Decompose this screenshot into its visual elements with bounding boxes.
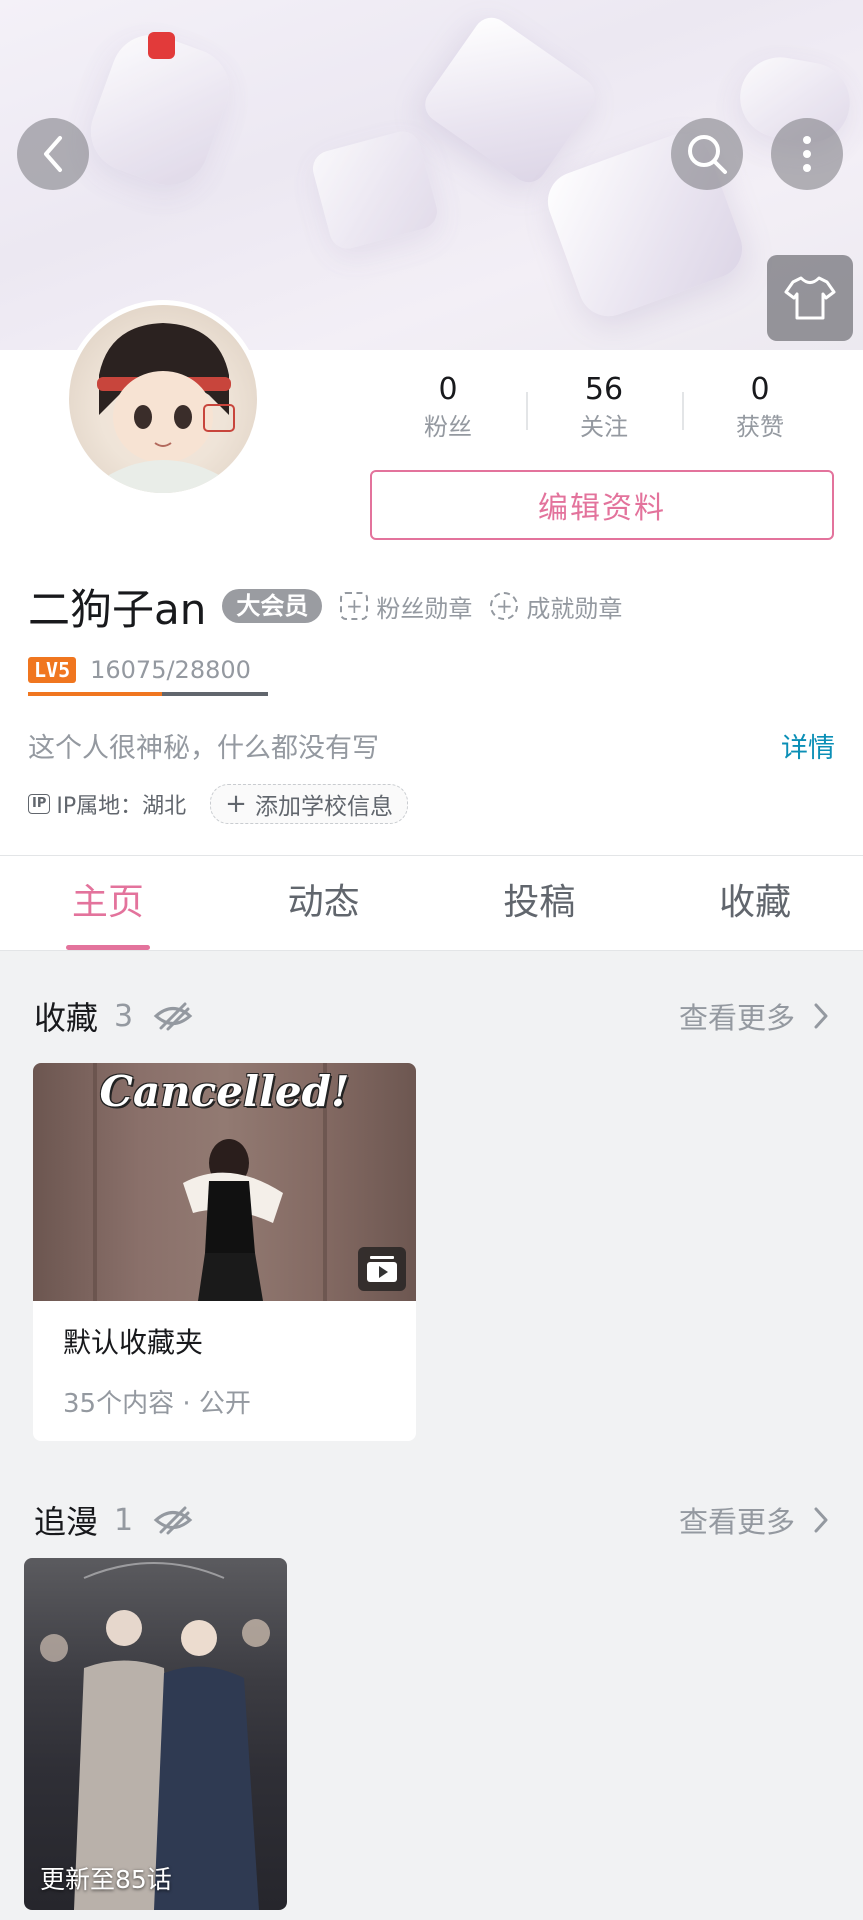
tshirt-icon bbox=[784, 276, 836, 320]
ip-icon: IP bbox=[28, 794, 51, 814]
banner-decoration bbox=[418, 10, 602, 190]
username: 二狗子an bbox=[28, 584, 207, 634]
tab-dynamics[interactable]: 动态 bbox=[216, 856, 432, 950]
back-button[interactable] bbox=[17, 118, 89, 190]
folder-name: 默认收藏夹 bbox=[63, 1326, 204, 1359]
eye-hidden-icon[interactable] bbox=[153, 1001, 193, 1031]
stat-fans[interactable]: 0 粉丝 bbox=[370, 370, 526, 450]
anime-update-text: 更新至85话 bbox=[40, 1865, 172, 1894]
anime-cover-illustration bbox=[40, 1562, 270, 1910]
ip-location: IP属地：湖北 bbox=[56, 794, 187, 819]
add-school-label: 添加学校信息 bbox=[254, 794, 393, 820]
fan-badge-label: 粉丝勋章 bbox=[376, 594, 473, 623]
tab-submissions[interactable]: 投稿 bbox=[432, 856, 648, 950]
more-label: 查看更多 bbox=[678, 1001, 795, 1035]
chevron-right-icon bbox=[814, 1507, 828, 1533]
edit-profile-button[interactable]: 编辑资料 bbox=[370, 470, 834, 540]
favorite-folder-card[interactable]: Cancelled! 默认收藏夹 35个内容 · 公开 bbox=[33, 1063, 416, 1441]
section-title: 追漫 bbox=[34, 1503, 99, 1541]
stat-label: 获赞 bbox=[736, 413, 784, 441]
section-count: 1 bbox=[114, 1502, 134, 1538]
detail-link[interactable]: 详情 bbox=[781, 726, 835, 765]
anime-more-link[interactable]: 查看更多 bbox=[679, 1499, 829, 1541]
meta-row: IP IP属地：湖北 + 添加学校信息 bbox=[28, 784, 408, 824]
search-icon bbox=[688, 135, 727, 174]
anime-card[interactable]: 更新至85话 bbox=[24, 1558, 287, 1910]
thumbnail-caption: Cancelled! bbox=[99, 1067, 350, 1116]
fan-badge-link[interactable]: + 粉丝勋章 bbox=[340, 589, 472, 624]
more-button[interactable] bbox=[771, 118, 843, 190]
stat-value: 0 bbox=[750, 372, 770, 407]
search-button[interactable] bbox=[671, 118, 743, 190]
plus-icon: + bbox=[225, 789, 247, 819]
section-title: 收藏 bbox=[34, 999, 99, 1037]
playlist-play-icon bbox=[358, 1247, 406, 1291]
tab-home[interactable]: 主页 bbox=[0, 856, 216, 950]
stat-value: 0 bbox=[438, 372, 458, 407]
exp-progress-fill bbox=[28, 692, 162, 696]
plus-square-icon: + bbox=[340, 592, 369, 620]
avatar-illustration bbox=[97, 323, 235, 493]
chevron-right-icon bbox=[814, 1003, 828, 1029]
stat-following[interactable]: 56 关注 bbox=[526, 370, 682, 450]
eye-hidden-icon[interactable] bbox=[153, 1505, 193, 1535]
back-arrow-icon bbox=[44, 136, 62, 172]
section-count: 3 bbox=[114, 998, 134, 1034]
stat-likes[interactable]: 0 获赞 bbox=[682, 370, 838, 450]
stat-label: 粉丝 bbox=[424, 413, 472, 441]
level-badge: LV5 bbox=[28, 657, 77, 683]
stat-value: 56 bbox=[584, 372, 624, 407]
status-app-icon bbox=[148, 32, 175, 59]
more-label: 查看更多 bbox=[678, 1505, 795, 1539]
bio-text: 这个人很神秘，什么都没有写 bbox=[28, 733, 379, 764]
level-row[interactable]: LV5 16075/28800 bbox=[28, 656, 251, 684]
anime-section-header: 追漫 1 查看更多 bbox=[34, 1495, 829, 1545]
profile-banner bbox=[0, 0, 863, 350]
favorites-section-header: 收藏 3 查看更多 bbox=[34, 991, 829, 1041]
folder-thumbnail: Cancelled! bbox=[33, 1063, 416, 1301]
add-school-button[interactable]: + 添加学校信息 bbox=[210, 784, 408, 824]
stat-label: 关注 bbox=[580, 413, 628, 441]
more-vertical-icon bbox=[803, 136, 811, 172]
plus-hexagon-icon: + bbox=[490, 592, 519, 620]
avatar[interactable] bbox=[64, 300, 262, 498]
favorites-more-link[interactable]: 查看更多 bbox=[679, 995, 829, 1037]
folder-meta: 35个内容 · 公开 bbox=[63, 1389, 251, 1419]
name-row: 二狗子an 大会员 + 粉丝勋章 + 成就勋章 bbox=[28, 578, 622, 634]
achievement-badge-label: 成就勋章 bbox=[526, 594, 623, 623]
avatar-image bbox=[69, 305, 257, 493]
exp-text: 16075/28800 bbox=[90, 656, 251, 684]
profile-tabs: 主页 动态 投稿 收藏 bbox=[0, 855, 863, 951]
dress-up-button[interactable] bbox=[767, 255, 853, 341]
vip-badge[interactable]: 大会员 bbox=[222, 589, 323, 623]
stats-row: 0 粉丝 56 关注 0 获赞 bbox=[370, 370, 838, 450]
achievement-badge-link[interactable]: + 成就勋章 bbox=[490, 589, 622, 624]
tab-favorites[interactable]: 收藏 bbox=[647, 856, 863, 950]
exp-progress-bar bbox=[28, 692, 268, 696]
banner-decoration bbox=[308, 127, 442, 253]
